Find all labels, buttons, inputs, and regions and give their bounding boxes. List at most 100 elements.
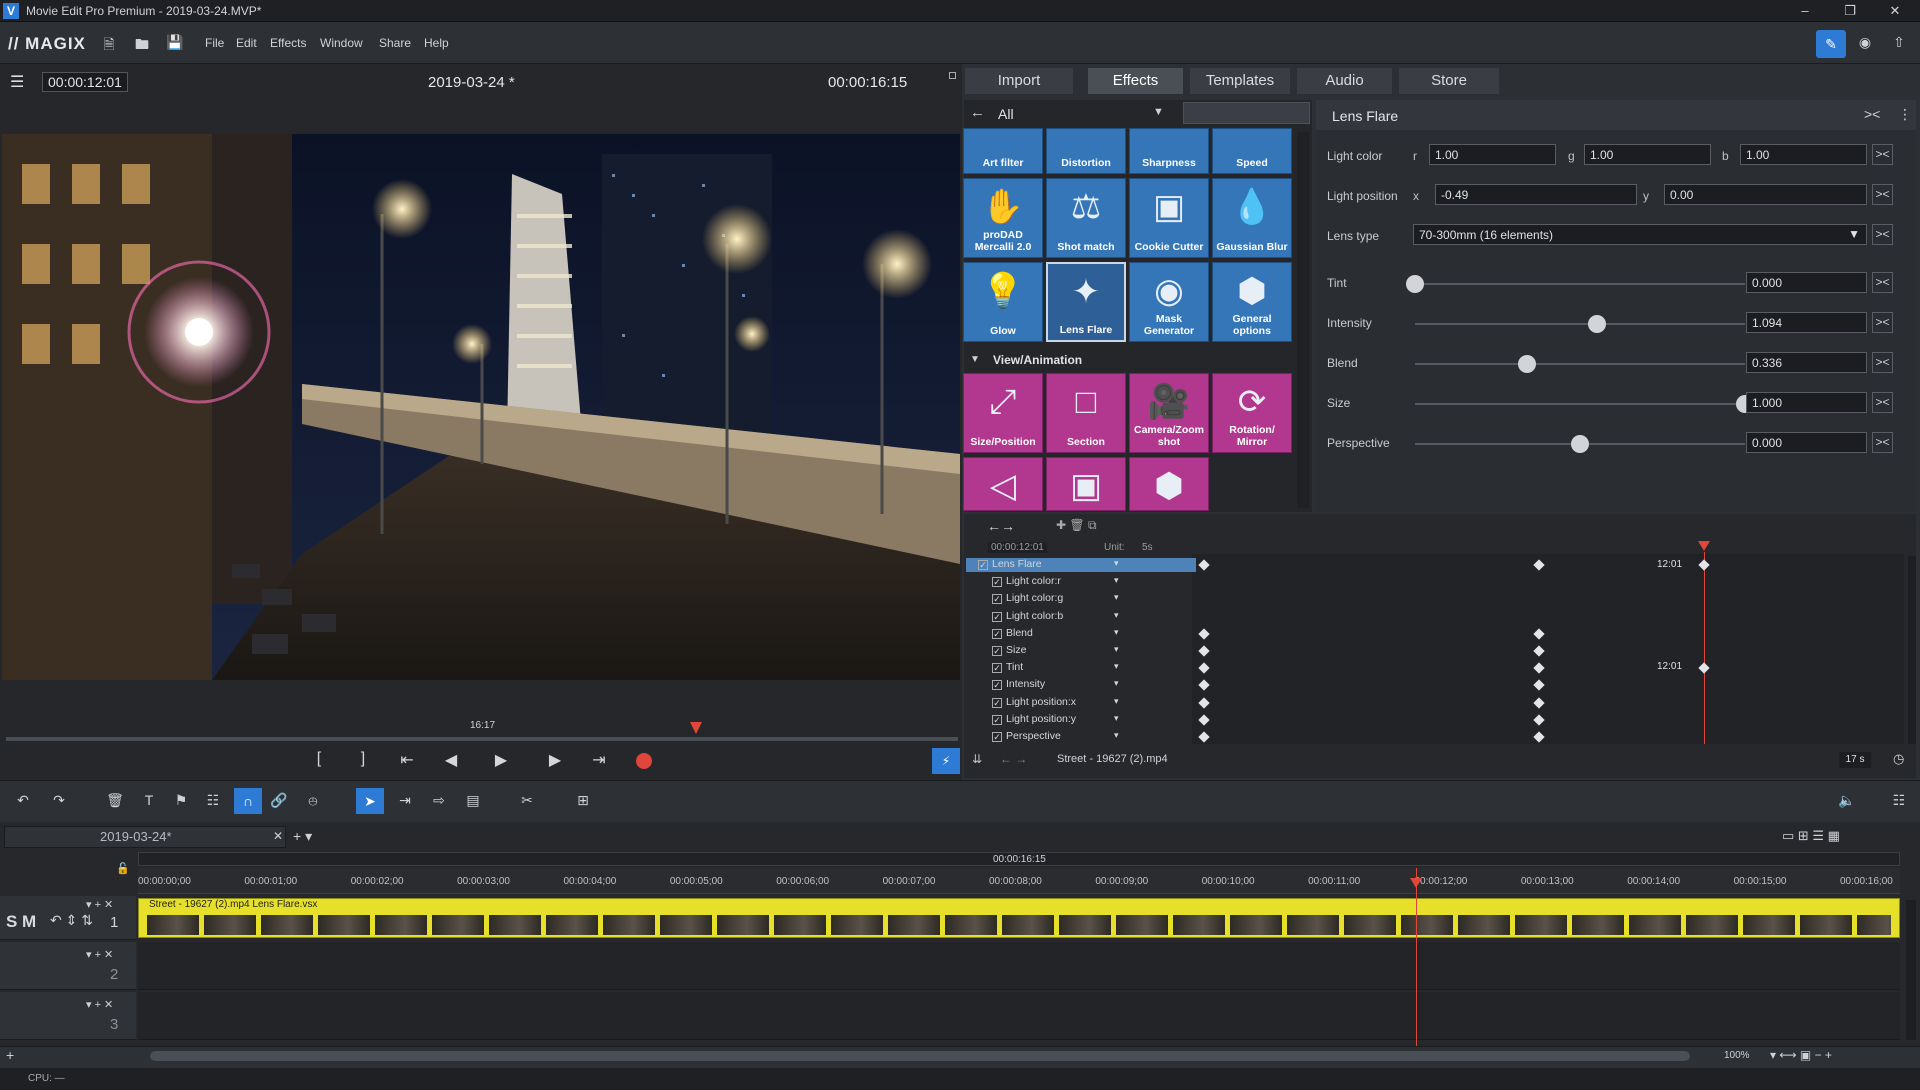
chevron-down-icon[interactable]: ▾ (1114, 713, 1119, 724)
tab-templates[interactable]: Templates (1190, 68, 1290, 94)
range-pointer-icon[interactable]: ⇥ (396, 792, 414, 810)
go-to-end-icon[interactable]: ⇥ (588, 750, 610, 770)
cut-icon[interactable]: ✂ (518, 792, 536, 810)
unlink-icon[interactable]: ⦺ (304, 792, 322, 810)
add-tab-icon[interactable]: + ▾ (293, 828, 312, 845)
keyframe-row[interactable]: ✓ Light color:r ▾ (966, 575, 1196, 589)
lock-icon[interactable]: 🔓 (116, 862, 130, 875)
tab-store[interactable]: Store (1399, 68, 1499, 94)
video-clip[interactable]: Street - 19627 (2).mp4 Lens Flare.vsx (138, 898, 1900, 938)
minimize-icon[interactable]: – (1795, 3, 1815, 19)
text-title-icon[interactable]: T (140, 792, 158, 810)
go-to-start-icon[interactable]: ⇤ (396, 750, 418, 770)
menu-window[interactable]: Window (320, 36, 363, 50)
effect-gaussian-blur[interactable]: 💧 Gaussian Blur (1212, 178, 1292, 258)
collapse-arrow-icon[interactable]: ▼ (970, 354, 980, 365)
effect-size-position[interactable]: ⤢ Size/Position (963, 373, 1043, 453)
keyframe-row[interactable]: ✓ Light position:x ▾ (966, 696, 1196, 710)
expand-all-icon[interactable]: ⇊ (972, 752, 982, 766)
light-color-b-field[interactable]: 1.00 (1740, 144, 1867, 165)
solo-mute-buttons[interactable]: S M (6, 912, 36, 932)
keyframe-toggle-icon[interactable]: >< (1872, 144, 1893, 165)
collapse-panel-icon[interactable]: >< (1864, 106, 1880, 122)
slider-track[interactable] (1415, 363, 1745, 365)
track-tools-icon[interactable]: ↶ ⇕ ⇅ (50, 912, 93, 929)
mode-switch-icon[interactable]: ✎ (1816, 30, 1846, 58)
effect-tile-extra-1[interactable]: ◁ (963, 457, 1043, 511)
effect-speed[interactable]: Speed (1212, 128, 1292, 174)
keyframe-scrollbar[interactable] (1908, 556, 1916, 744)
keyframe-row[interactable]: ✓ Light color:b ▾ (966, 610, 1196, 624)
chevron-down-icon[interactable]: ▾ (1114, 678, 1119, 689)
keyframe-row-checkbox[interactable]: ✓ (992, 628, 1002, 639)
track-controls-icon[interactable]: ▾ + ✕ (86, 948, 113, 961)
effect-prodad-mercalli[interactable]: ✋ proDAD Mercalli 2.0 (963, 178, 1043, 258)
project-tab[interactable]: 2019-03-24* (100, 829, 172, 844)
param-value-field[interactable]: 0.000 (1746, 432, 1867, 453)
close-tab-icon[interactable]: ✕ (273, 829, 283, 843)
slider-track[interactable] (1415, 323, 1745, 325)
stretch-pointer-icon[interactable]: ▤ (464, 792, 482, 810)
chevron-down-icon[interactable]: ▾ (1114, 575, 1119, 586)
play-icon[interactable]: ▶ (490, 750, 512, 770)
insert-icon[interactable]: ⊞ (574, 792, 592, 810)
record-icon[interactable] (636, 753, 652, 769)
keyframe-row-checkbox[interactable]: ✓ (992, 594, 1002, 605)
keyframe-row[interactable]: ✓ Light color:g ▾ (966, 592, 1196, 606)
light-color-g-field[interactable]: 1.00 (1584, 144, 1711, 165)
effect-cookie-cutter[interactable]: ▣ Cookie Cutter (1129, 178, 1209, 258)
menu-help[interactable]: Help (424, 36, 449, 50)
undo-icon[interactable]: ↶ (14, 792, 32, 810)
slider-track[interactable] (1415, 403, 1745, 405)
menu-share[interactable]: Share (379, 36, 411, 50)
param-value-field[interactable]: 1.094 (1746, 312, 1867, 333)
track-controls-icon[interactable]: ▾ + ✕ (86, 998, 113, 1011)
keyframe-row[interactable]: ✓ Perspective ▾ (966, 730, 1196, 744)
more-options-icon[interactable]: ⋮ (1898, 106, 1912, 123)
effects-scrollbar[interactable] (1297, 132, 1309, 508)
chevron-down-icon[interactable]: ▾ (1114, 558, 1119, 569)
light-position-y-field[interactable]: 0.00 (1664, 184, 1867, 205)
category-filter[interactable]: All (998, 106, 1014, 122)
mouse-pointer-icon[interactable]: ➤ (356, 788, 384, 814)
snap-magnet-icon[interactable]: ∩ (234, 788, 262, 814)
scrub-bar[interactable] (6, 737, 958, 741)
chevron-down-icon[interactable]: ▾ (1114, 592, 1119, 603)
keyframe-toggle-icon[interactable]: >< (1872, 352, 1893, 373)
upload-icon[interactable]: ⇧ (1890, 34, 1908, 52)
timeline-horizontal-scrollbar[interactable] (150, 1051, 1690, 1061)
maximize-monitor-icon[interactable] (949, 72, 956, 79)
lens-type-select[interactable]: 70-300mm (16 elements) ▼ (1413, 224, 1867, 245)
effect-general-options[interactable]: ⬢ General options (1212, 262, 1292, 342)
keyframe-zoom[interactable]: 17 s (1839, 752, 1871, 768)
volume-icon[interactable]: 🔈 (1838, 792, 1856, 810)
chevron-down-icon[interactable]: ▾ (1114, 730, 1119, 741)
add-track-icon[interactable]: + (6, 1047, 14, 1063)
track-controls-icon[interactable]: ▾ + ✕ (86, 898, 113, 911)
new-file-icon[interactable]: 🗎 (100, 34, 118, 52)
keyframe-row[interactable]: ✓ Light position:y ▾ (966, 713, 1196, 727)
chevron-down-icon[interactable]: ▼ (1153, 106, 1164, 118)
effect-rotation-mirror[interactable]: ⟳ Rotation/ Mirror (1212, 373, 1292, 453)
effect-mask-generator[interactable]: ◉ Mask Generator (1129, 262, 1209, 342)
keyframe-toggle-icon[interactable]: >< (1872, 432, 1893, 453)
effect-lens-flare[interactable]: ✦ Lens Flare (1046, 262, 1126, 342)
track-3-lane[interactable] (138, 992, 1900, 1040)
light-color-r-field[interactable]: 1.00 (1429, 144, 1556, 165)
keyframe-row-checkbox[interactable]: ✓ (992, 646, 1002, 656)
settings-circle-icon[interactable]: ◉ (1856, 34, 1874, 52)
link-icon[interactable]: 🔗 (270, 792, 288, 810)
keyframe-row-checkbox[interactable]: ✓ (992, 663, 1002, 674)
quick-action-icon[interactable]: ⚡ (932, 748, 960, 774)
next-frame-icon[interactable]: ▶ (544, 750, 566, 770)
menu-edit[interactable]: Edit (236, 36, 257, 50)
slider-knob[interactable] (1571, 435, 1589, 453)
keyframe-row-checkbox[interactable]: ✓ (992, 714, 1002, 725)
tab-audio[interactable]: Audio (1297, 68, 1392, 94)
effect-camera-zoom-shot[interactable]: 🎥 Camera/Zoom shot (1129, 373, 1209, 453)
zoom-controls-icon[interactable]: ▾ ⟷ ▣ − + (1770, 1048, 1832, 1062)
keyframe-row-checkbox[interactable]: ✓ (978, 560, 988, 570)
light-position-x-field[interactable]: -0.49 (1435, 184, 1637, 205)
param-value-field[interactable]: 1.000 (1746, 392, 1867, 413)
keyframe-toggle-icon[interactable]: >< (1872, 224, 1893, 245)
